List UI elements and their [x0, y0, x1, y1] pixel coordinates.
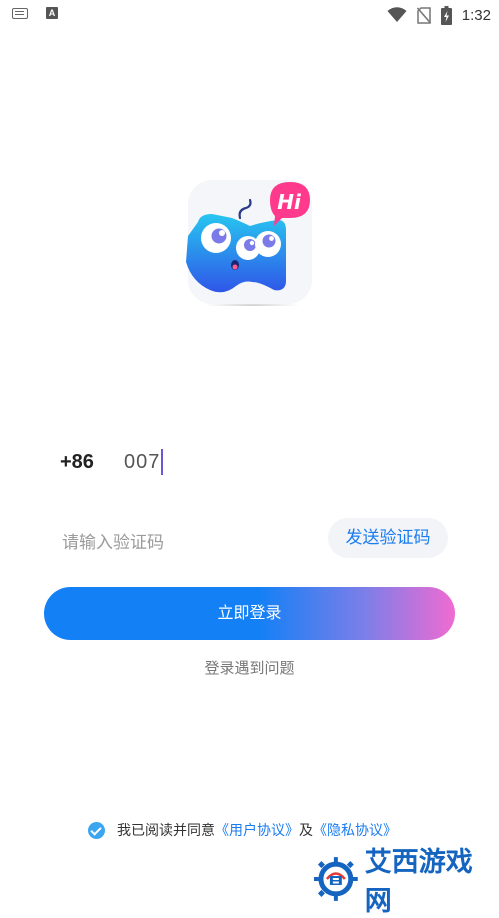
phone-number-input[interactable]: 007	[124, 449, 164, 475]
text-caret	[161, 449, 164, 475]
battery-charging-icon	[440, 5, 452, 25]
watermark: 艾西游戏网	[313, 840, 499, 918]
wifi-icon	[387, 7, 407, 22]
watermark-text: 艾西游戏网	[364, 847, 473, 917]
logo-hi-text: Hi	[277, 190, 302, 214]
app-logo-icon: Hi	[186, 180, 312, 306]
country-code-selector[interactable]: +86	[60, 451, 124, 474]
agreement-connector: 及	[299, 822, 313, 838]
no-sim-icon	[416, 6, 431, 24]
verification-code-input[interactable]: 请输入验证码	[62, 528, 164, 553]
phone-number-value: 007	[124, 450, 161, 473]
send-code-button[interactable]: 发送验证码	[328, 518, 448, 558]
status-bar: A 1:32	[0, 0, 499, 30]
user-agreement-link[interactable]: 《用户协议》	[215, 820, 299, 840]
status-time: 1:32	[461, 6, 491, 24]
agreement-checkbox-icon[interactable]	[88, 821, 105, 839]
verification-code-row: 请输入验证码 发送验证码	[62, 518, 452, 560]
a-icon: A	[46, 7, 58, 19]
watermark-logo-icon	[313, 857, 358, 901]
agreement-row: 我已阅读并同意 《用户协议》 及 《隐私协议》	[88, 820, 397, 840]
status-bar-right: 1:32	[387, 4, 491, 26]
login-trouble-link[interactable]: 登录遇到问题	[0, 657, 499, 678]
phone-row: +86 007	[60, 446, 440, 478]
login-button[interactable]: 立即登录	[44, 587, 455, 640]
keyboard-icon	[12, 7, 28, 19]
privacy-policy-link[interactable]: 《隐私协议》	[313, 820, 397, 840]
status-bar-left: A	[12, 7, 58, 19]
agreement-prefix: 我已阅读并同意	[117, 822, 215, 838]
